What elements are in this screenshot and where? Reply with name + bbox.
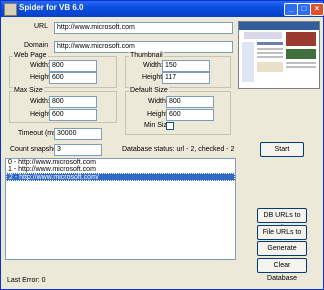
url-list[interactable]: 0 - http://www.microsoft.com 1 - http://…: [5, 158, 236, 260]
list-item[interactable]: 0 - http://www.microsoft.com: [6, 159, 235, 166]
web-page-height-input[interactable]: 600: [49, 72, 97, 84]
file-urls-to-db-button[interactable]: File URLs to DB: [257, 225, 307, 249]
clear-database-button[interactable]: Clear Database: [257, 258, 307, 282]
max-size-width-label: Width:: [30, 98, 50, 105]
title-bar[interactable]: Spider for VB 6.0 _ □ ×: [1, 1, 324, 17]
max-size-group-title: Max Size: [13, 87, 44, 94]
thumbnail-height-input[interactable]: 117: [162, 72, 210, 84]
list-item[interactable]: 1 - http://www.microsoft.com: [6, 166, 235, 173]
maximize-button[interactable]: □: [297, 3, 311, 16]
thumbnail-width-label: Width:: [143, 62, 163, 69]
thumbnail-group-title: Thumbnail: [129, 52, 164, 59]
thumbnail-width-input[interactable]: 150: [162, 60, 210, 72]
app-icon: [4, 3, 17, 16]
web-page-group-title: Web Page: [13, 52, 48, 59]
max-size-height-input[interactable]: 600: [49, 109, 97, 121]
last-error-label: Last Error: 0: [7, 277, 46, 284]
web-page-width-label: Width:: [30, 62, 50, 69]
page-thumbnail-image: [238, 21, 320, 89]
domain-label: Domain: [24, 42, 49, 49]
window-title: Spider for VB 6.0: [19, 3, 84, 12]
default-size-width-input[interactable]: 800: [166, 96, 214, 108]
min-size-checkbox[interactable]: [166, 122, 174, 130]
default-size-group-title: Default Size: [129, 87, 169, 94]
generate-html-button[interactable]: Generate HTML: [257, 241, 307, 265]
minimize-button[interactable]: _: [284, 3, 298, 16]
url-label: URL: [34, 23, 49, 30]
web-page-width-input[interactable]: 800: [49, 60, 97, 72]
start-button[interactable]: Start: [260, 142, 304, 157]
default-size-width-label: Width:: [148, 98, 168, 105]
default-size-height-input[interactable]: 600: [166, 109, 214, 121]
database-status: Database status: url - 2, checked - 2: [122, 146, 235, 153]
app-window: Spider for VB 6.0 _ □ × URL http://www.m…: [0, 0, 324, 290]
close-button[interactable]: ×: [310, 3, 324, 16]
list-item-selected[interactable]: 2 - http://www.microsoft.com/: [6, 173, 235, 181]
url-input[interactable]: http://www.microsoft.com: [54, 22, 233, 34]
thumbnail-height-label: Height:: [142, 74, 165, 81]
max-size-width-input[interactable]: 800: [49, 96, 97, 108]
db-urls-to-file-button[interactable]: DB URLs to File: [257, 208, 307, 232]
count-snapshots-input[interactable]: 3: [54, 144, 102, 156]
timeout-input[interactable]: 30000: [54, 128, 102, 140]
